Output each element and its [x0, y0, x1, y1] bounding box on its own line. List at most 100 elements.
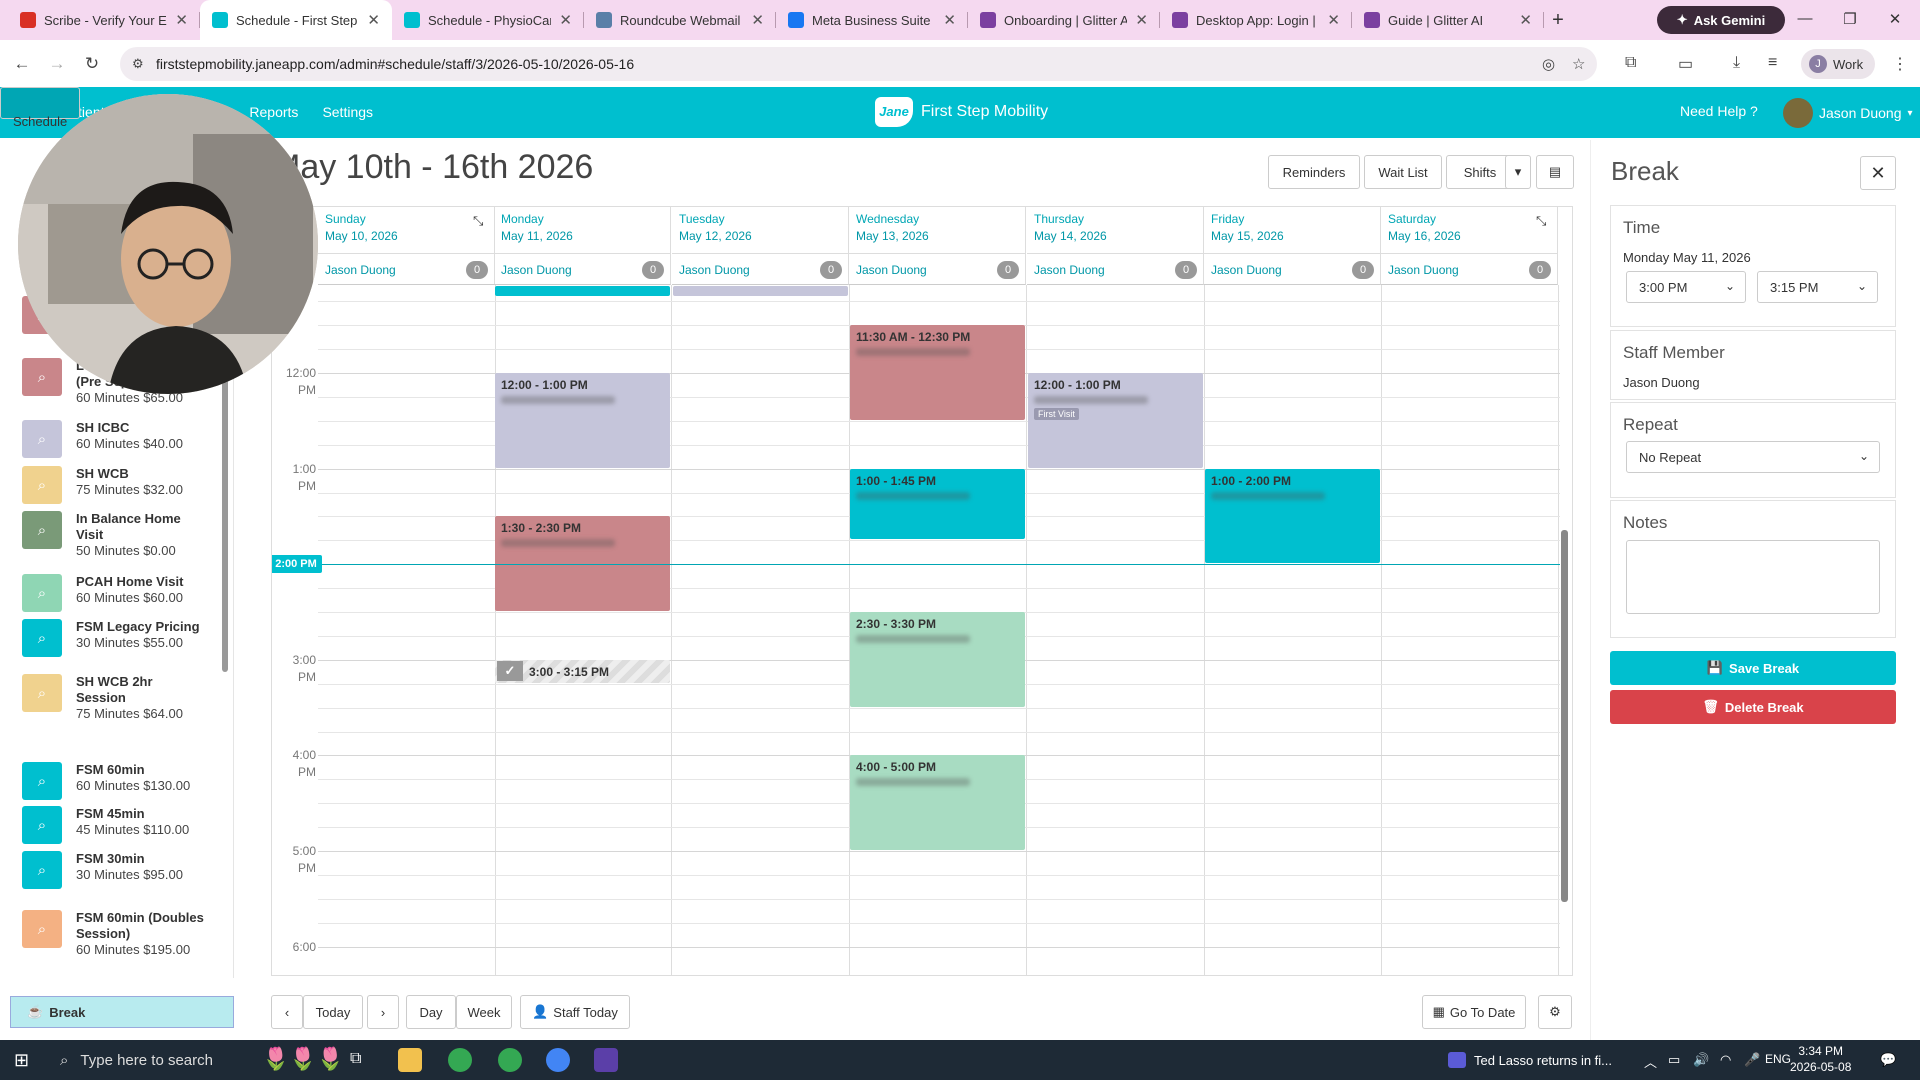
service-color-search-icon[interactable]: ⌕: [22, 358, 62, 396]
extensions-icon[interactable]: ⧉: [1625, 54, 1636, 72]
service-item[interactable]: ⌕ SH WCB 2hr Session 75 Minutes $64.00: [22, 674, 206, 722]
news-widget[interactable]: Ted Lasso returns in fi...: [1448, 1052, 1612, 1068]
nav-schedule[interactable]: Schedule: [0, 87, 81, 129]
ask-gemini-button[interactable]: ✦ Ask Gemini: [1657, 6, 1785, 34]
browser-tab[interactable]: Onboarding | Glitter AI ✕: [968, 0, 1160, 40]
taskbar-clock[interactable]: 3:34 PM 2026-05-08: [1790, 1043, 1851, 1075]
appointment[interactable]: 2:30 - 3:30 PM: [850, 612, 1025, 707]
service-item[interactable]: ⌕ SH WCB 75 Minutes $32.00: [22, 466, 206, 504]
break-button[interactable]: ☕ Break: [10, 996, 234, 1028]
service-item[interactable]: ⌕ FSM 45min 45 Minutes $110.00: [22, 806, 206, 844]
nav-settings[interactable]: Settings: [310, 87, 385, 138]
staff-today-button[interactable]: 👤 Staff Today: [520, 995, 630, 1029]
save-break-button[interactable]: 💾 Save Break: [1610, 651, 1896, 685]
reminders-button[interactable]: Reminders: [1268, 155, 1360, 189]
shifts-button[interactable]: Shifts: [1446, 155, 1514, 189]
staff-row[interactable]: Jason Duong 0: [849, 253, 1026, 285]
go-to-date-button[interactable]: ▦ Go To Date: [1422, 995, 1526, 1029]
forward-icon[interactable]: →: [44, 54, 70, 74]
appointment[interactable]: 1:00 - 1:45 PM: [850, 468, 1025, 540]
tab-close-icon[interactable]: ✕: [559, 11, 572, 29]
end-time-select[interactable]: 3:15 PM ⌄: [1757, 271, 1878, 303]
day-header[interactable]: Wednesday May 13, 2026: [849, 207, 1026, 253]
appointment[interactable]: 12:00 - 1:00 PM First Visit: [1028, 373, 1203, 468]
browser-tab[interactable]: Roundcube Webmail :: ✕: [584, 0, 776, 40]
service-color-search-icon[interactable]: ⌕: [22, 420, 62, 458]
need-help-link[interactable]: Need Help ?: [1680, 103, 1758, 119]
volume-icon[interactable]: 🔊: [1693, 1052, 1709, 1068]
service-item[interactable]: ⌕ SH ICBC 60 Minutes $40.00: [22, 420, 206, 458]
delete-break-button[interactable]: 🗑 Delete Break: [1610, 690, 1896, 724]
language-indicator[interactable]: ENG: [1765, 1052, 1791, 1066]
service-item[interactable]: ⌕ FSM 60min 60 Minutes $130.00: [22, 762, 206, 800]
service-item[interactable]: ⌕ FSM 30min 30 Minutes $95.00: [22, 851, 206, 889]
grid-view-icon[interactable]: ▤: [1536, 155, 1574, 189]
restore-icon[interactable]: ❐: [1830, 10, 1870, 28]
tab-close-icon[interactable]: ✕: [175, 11, 188, 29]
browser-tab[interactable]: Guide | Glitter AI ✕: [1352, 0, 1544, 40]
browser-tab[interactable]: Schedule - First Step M ✕: [200, 0, 392, 40]
close-window-icon[interactable]: ✕: [1875, 10, 1915, 28]
service-color-search-icon[interactable]: ⌕: [22, 910, 62, 948]
appointment[interactable]: 4:00 - 5:00 PM: [850, 755, 1025, 850]
tab-close-icon[interactable]: ✕: [367, 11, 380, 29]
mic-icon[interactable]: 🎤: [1744, 1052, 1760, 1068]
service-color-search-icon[interactable]: ⌕: [22, 574, 62, 612]
tab-close-icon[interactable]: ✕: [1135, 11, 1148, 29]
tab-close-icon[interactable]: ✕: [751, 11, 764, 29]
user-menu[interactable]: Jason Duong ▾: [1783, 98, 1913, 128]
chrome-icon-3[interactable]: [546, 1048, 570, 1072]
menu-kebab-icon[interactable]: ⋮: [1892, 54, 1908, 74]
appointment[interactable]: 1:00 - 2:00 PM: [1205, 468, 1380, 564]
appointment[interactable]: [673, 286, 848, 296]
wait-list-button[interactable]: Wait List: [1364, 155, 1442, 189]
url-field[interactable]: ⚙ firststepmobility.janeapp.com/admin#sc…: [120, 47, 1597, 81]
repeat-select[interactable]: No Repeat ⌄: [1626, 441, 1880, 473]
staff-row[interactable]: Jason Duong 0: [1381, 253, 1558, 285]
wifi-icon[interactable]: ◠: [1720, 1052, 1731, 1068]
browser-tab[interactable]: Meta Business Suite ✕: [776, 0, 968, 40]
battery-icon[interactable]: ▭: [1668, 1052, 1680, 1068]
file-explorer-icon[interactable]: [398, 1048, 422, 1072]
staff-row[interactable]: Jason Duong 0: [1027, 253, 1204, 285]
cast-icon[interactable]: ▭: [1678, 54, 1693, 74]
browser-tab[interactable]: Schedule - PhysioCare ✕: [392, 0, 584, 40]
day-header[interactable]: Thursday May 14, 2026: [1027, 207, 1204, 253]
service-color-search-icon[interactable]: ⌕: [22, 762, 62, 800]
start-time-select[interactable]: 3:00 PM ⌄: [1626, 271, 1746, 303]
today-button[interactable]: Today: [303, 995, 363, 1029]
service-item[interactable]: ⌕ FSM Legacy Pricing 30 Minutes $55.00: [22, 619, 206, 657]
back-icon[interactable]: ←: [9, 54, 35, 74]
browser-tab[interactable]: Desktop App: Login | G ✕: [1160, 0, 1352, 40]
site-info-icon[interactable]: ⚙: [132, 56, 144, 72]
notes-textarea[interactable]: [1626, 540, 1880, 614]
media-icon[interactable]: ≡: [1768, 54, 1777, 72]
chrome-icon[interactable]: [448, 1048, 472, 1072]
eye-off-icon[interactable]: ◎: [1542, 55, 1555, 73]
day-header[interactable]: Sunday May 10, 2026: [318, 207, 495, 253]
tab-close-icon[interactable]: ✕: [1327, 11, 1340, 29]
staff-row[interactable]: Jason Duong 0: [672, 253, 849, 285]
collapse-icon[interactable]: ⤡: [473, 213, 483, 229]
appointment[interactable]: [495, 286, 670, 296]
shifts-dropdown-icon[interactable]: ▾: [1505, 155, 1531, 189]
service-color-search-icon[interactable]: ⌕: [22, 619, 62, 657]
brand[interactable]: Jane First Step Mobility: [875, 97, 1048, 127]
bookmark-star-icon[interactable]: ☆: [1572, 55, 1585, 73]
tab-close-icon[interactable]: ✕: [1519, 11, 1532, 29]
staff-row[interactable]: Jason Duong 0: [1204, 253, 1381, 285]
settings-button[interactable]: ⚙: [1538, 995, 1572, 1029]
service-color-search-icon[interactable]: ⌕: [22, 511, 62, 549]
day-header[interactable]: Saturday May 16, 2026: [1381, 207, 1558, 253]
service-color-search-icon[interactable]: ⌕: [22, 674, 62, 712]
appointment[interactable]: 12:00 - 1:00 PM: [495, 373, 670, 468]
tray-chevron-icon[interactable]: ︿: [1644, 1052, 1657, 1071]
taskbar-search[interactable]: ⌕ Type here to search: [48, 1040, 288, 1080]
day-header[interactable]: Tuesday May 12, 2026: [672, 207, 849, 253]
calendar-scrollbar[interactable]: [1561, 530, 1568, 902]
service-color-search-icon[interactable]: ⌕: [22, 466, 62, 504]
reload-icon[interactable]: ↻: [79, 54, 105, 74]
windows-start-icon[interactable]: ⊞: [14, 1050, 29, 1071]
day-view-button[interactable]: Day: [406, 995, 456, 1029]
week-view-button[interactable]: Week: [456, 995, 512, 1029]
